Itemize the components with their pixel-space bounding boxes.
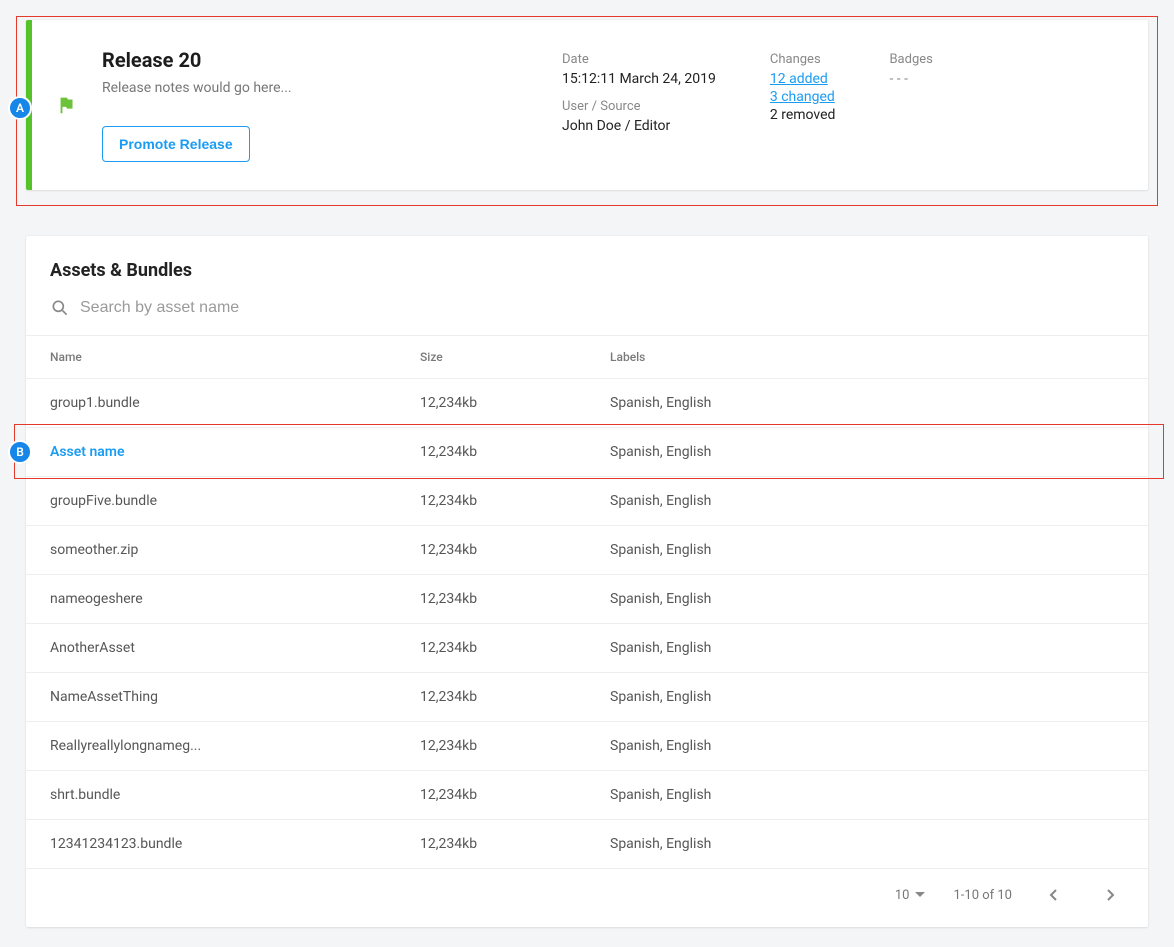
- cell-name[interactable]: Reallyreallylongnameg...: [26, 722, 396, 771]
- cell-name[interactable]: Asset name: [26, 428, 396, 477]
- next-page-button[interactable]: [1096, 881, 1124, 909]
- page-size-value: 10: [895, 888, 910, 903]
- cell-labels: Spanish, English: [586, 624, 1148, 673]
- meta-changes: Changes 12 added 3 changed 2 removed: [770, 52, 836, 166]
- release-title: Release 20: [102, 48, 562, 72]
- cell-size: 12,234kb: [396, 526, 586, 575]
- user-label: User / Source: [562, 99, 716, 114]
- badges-value: - - -: [889, 71, 932, 87]
- annotation-badge-b: B: [8, 440, 32, 464]
- cell-labels: Spanish, English: [586, 673, 1148, 722]
- cell-size: 12,234kb: [396, 379, 586, 428]
- cell-size: 12,234kb: [396, 673, 586, 722]
- changes-added-link[interactable]: 12 added: [770, 71, 836, 87]
- table-row[interactable]: groupFive.bundle12,234kbSpanish, English: [26, 477, 1148, 526]
- date-value: 15:12:11 March 24, 2019: [562, 71, 716, 87]
- cell-labels: Spanish, English: [586, 379, 1148, 428]
- cell-labels: Spanish, English: [586, 575, 1148, 624]
- cell-labels: Spanish, English: [586, 477, 1148, 526]
- cell-name[interactable]: group1.bundle: [26, 379, 396, 428]
- table-row[interactable]: NameAssetThing12,234kbSpanish, English: [26, 673, 1148, 722]
- annotation-badge-a: A: [8, 96, 32, 120]
- cell-name[interactable]: nameogeshere: [26, 575, 396, 624]
- changes-label: Changes: [770, 52, 836, 67]
- search-row: [50, 295, 1124, 321]
- cell-size: 12,234kb: [396, 428, 586, 477]
- table-row[interactable]: group1.bundle12,234kbSpanish, English: [26, 379, 1148, 428]
- cell-labels: Spanish, English: [586, 526, 1148, 575]
- meta-badges: Badges - - -: [889, 52, 932, 166]
- table-row[interactable]: Asset name12,234kbSpanish, English: [26, 428, 1148, 477]
- col-header-name[interactable]: Name: [26, 336, 396, 379]
- cell-name[interactable]: groupFive.bundle: [26, 477, 396, 526]
- changes-removed: 2 removed: [770, 107, 836, 123]
- user-value: John Doe / Editor: [562, 118, 716, 134]
- changes-changed-link[interactable]: 3 changed: [770, 89, 836, 105]
- pagination: 10 1-10 of 10: [26, 869, 1148, 927]
- cell-name[interactable]: AnotherAsset: [26, 624, 396, 673]
- flag-icon: [56, 94, 78, 116]
- prev-page-button[interactable]: [1040, 881, 1068, 909]
- page-size-select[interactable]: 10: [895, 888, 926, 903]
- date-label: Date: [562, 52, 716, 67]
- cell-name[interactable]: 12341234123.bundle: [26, 820, 396, 869]
- promote-release-button[interactable]: Promote Release: [102, 126, 250, 162]
- table-row[interactable]: nameogeshere12,234kbSpanish, English: [26, 575, 1148, 624]
- col-header-size[interactable]: Size: [396, 336, 586, 379]
- cell-size: 12,234kb: [396, 771, 586, 820]
- assets-title: Assets & Bundles: [50, 260, 1124, 281]
- cell-labels: Spanish, English: [586, 771, 1148, 820]
- cell-labels: Spanish, English: [586, 820, 1148, 869]
- caret-down-icon: [915, 890, 925, 900]
- table-row[interactable]: Reallyreallylongnameg...12,234kbSpanish,…: [26, 722, 1148, 771]
- cell-name[interactable]: shrt.bundle: [26, 771, 396, 820]
- cell-labels: Spanish, English: [586, 722, 1148, 771]
- release-card: Release 20 Release notes would go here..…: [26, 20, 1148, 190]
- assets-table: Name Size Labels group1.bundle12,234kbSp…: [26, 335, 1148, 869]
- cell-size: 12,234kb: [396, 624, 586, 673]
- release-notes: Release notes would go here...: [102, 80, 562, 96]
- search-icon: [50, 298, 70, 318]
- col-header-labels[interactable]: Labels: [586, 336, 1148, 379]
- assets-panel: Assets & Bundles Name Size Labels group1…: [26, 236, 1148, 927]
- cell-name[interactable]: NameAssetThing: [26, 673, 396, 722]
- cell-labels: Spanish, English: [586, 428, 1148, 477]
- cell-size: 12,234kb: [396, 722, 586, 771]
- release-flag-col: [32, 20, 102, 190]
- cell-size: 12,234kb: [396, 820, 586, 869]
- page-range: 1-10 of 10: [953, 888, 1012, 903]
- table-row[interactable]: AnotherAsset12,234kbSpanish, English: [26, 624, 1148, 673]
- cell-size: 12,234kb: [396, 477, 586, 526]
- table-row[interactable]: shrt.bundle12,234kbSpanish, English: [26, 771, 1148, 820]
- badges-label: Badges: [889, 52, 932, 67]
- table-row[interactable]: 12341234123.bundle12,234kbSpanish, Engli…: [26, 820, 1148, 869]
- cell-name[interactable]: someother.zip: [26, 526, 396, 575]
- search-input[interactable]: [80, 295, 1124, 321]
- meta-date-user: Date 15:12:11 March 24, 2019 User / Sour…: [562, 52, 716, 166]
- table-row[interactable]: someother.zip12,234kbSpanish, English: [26, 526, 1148, 575]
- cell-size: 12,234kb: [396, 575, 586, 624]
